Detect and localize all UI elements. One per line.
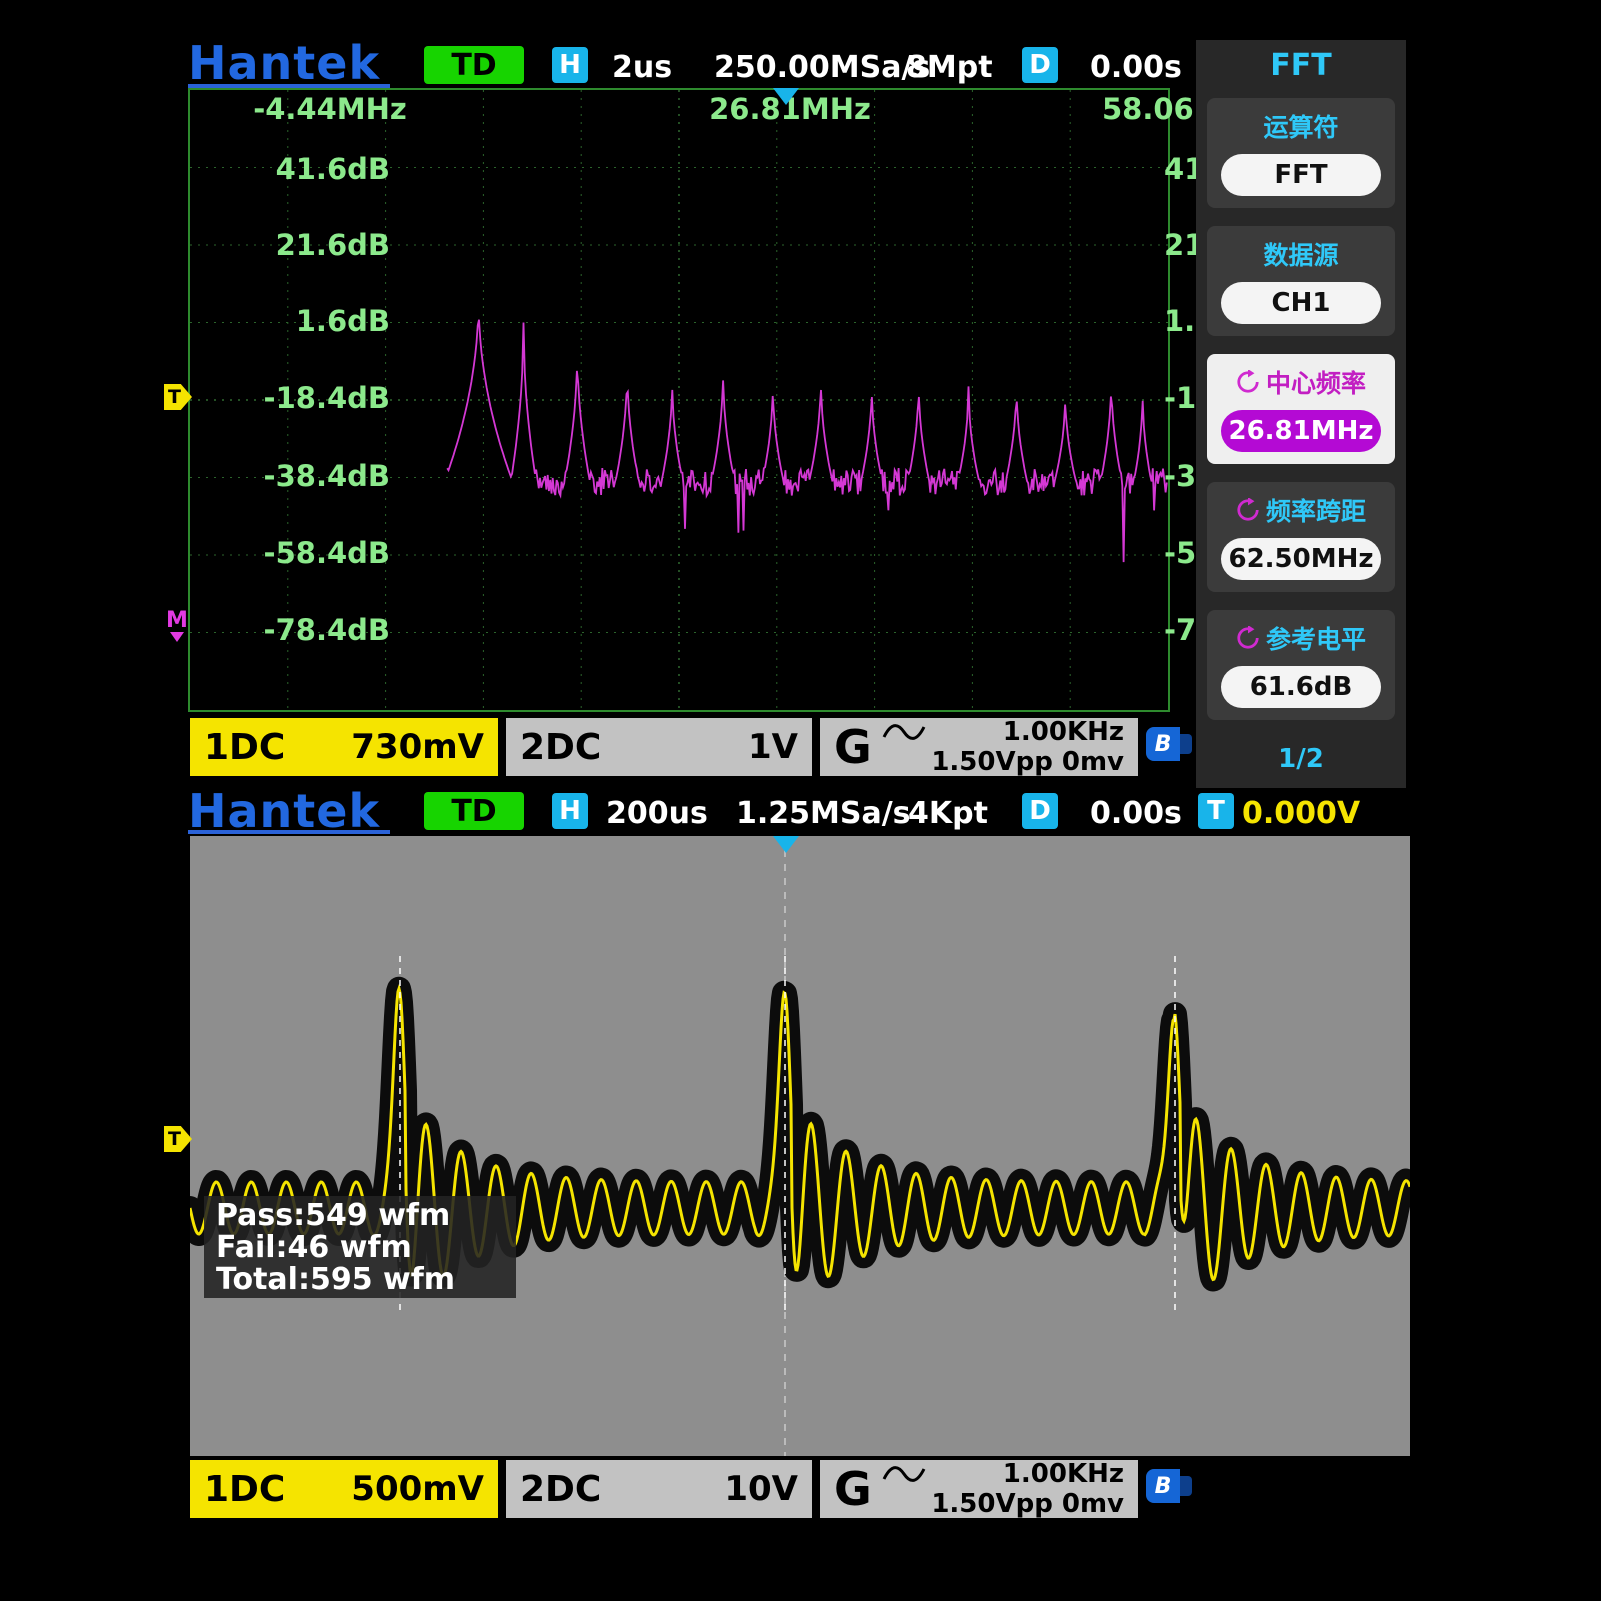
menu-item-operator[interactable]: 运算符 FFT xyxy=(1207,98,1395,208)
db-label: -78.4dB xyxy=(190,613,390,647)
timebase-value: 2us xyxy=(612,50,672,85)
menu-item-label: 数据源 xyxy=(1207,236,1395,272)
pass-count: Pass:549 wfm xyxy=(216,1200,504,1232)
ch1-label: 1DC xyxy=(204,1469,285,1510)
sample-rate-value: 250.00MSa/s xyxy=(714,50,930,85)
generator-status-badge[interactable]: G 1.00KHz 1.50Vpp 0mv xyxy=(820,718,1138,776)
operator-value-button[interactable]: FFT xyxy=(1221,154,1381,196)
fail-count: Fail:46 wfm xyxy=(216,1232,504,1264)
generator-frequency: 1.00KHz xyxy=(1003,1459,1124,1489)
fft-soft-menu: FFT 运算符 FFT 数据源 CH1 中心频率 26.81MHz xyxy=(1196,40,1406,788)
passfail-statistics-box: Pass:549 wfm Fail:46 wfm Total:595 wfm xyxy=(204,1196,516,1298)
ch1-status-badge[interactable]: 1DC 500mV xyxy=(190,1460,498,1518)
ch2-label: 2DC xyxy=(520,1469,601,1510)
acq-mode-badge: TD xyxy=(424,792,524,830)
trigger-position-marker-icon[interactable] xyxy=(773,836,799,853)
db-label: -58.4dB xyxy=(190,536,390,570)
menu-item-source[interactable]: 数据源 CH1 xyxy=(1207,226,1395,336)
usb-letter: B xyxy=(1155,732,1172,757)
ch2-status-badge[interactable]: 2DC 10V xyxy=(506,1460,812,1518)
delay-badge-icon: D xyxy=(1022,793,1058,829)
center-frequency-value-button[interactable]: 26.81MHz xyxy=(1221,410,1381,452)
db-label: 21.6dB xyxy=(190,228,390,262)
math-marker-label: M xyxy=(166,608,188,633)
span-value-button[interactable]: 62.50MHz xyxy=(1221,538,1381,580)
usb-device-icon: B xyxy=(1146,727,1192,761)
menu-item-center-frequency[interactable]: 中心频率 26.81MHz xyxy=(1207,354,1395,464)
ch1-scale: 500mV xyxy=(351,1469,484,1509)
menu-item-span[interactable]: 频率跨距 62.50MHz xyxy=(1207,482,1395,592)
generator-amplitude: 1.50Vpp 0mv xyxy=(882,747,1124,777)
total-count: Total:595 wfm xyxy=(216,1264,504,1296)
db-label: -18.4dB xyxy=(190,381,390,415)
sample-rate-value: 1.25MSa/s xyxy=(736,796,911,831)
passfail-graph-area xyxy=(190,836,1410,1456)
horizontal-badge-icon: H xyxy=(552,47,588,83)
waveform-plot xyxy=(190,836,1410,1456)
source-value-button[interactable]: CH1 xyxy=(1221,282,1381,324)
memory-depth-value: 8Mpt xyxy=(906,50,993,85)
generator-label: G xyxy=(834,1462,872,1516)
ch2-status-badge[interactable]: 2DC 1V xyxy=(506,718,812,776)
trigger-badge-icon: T xyxy=(1198,793,1234,829)
menu-title: FFT xyxy=(1196,48,1406,83)
freq-label-left: -4.44MHz xyxy=(230,92,430,126)
delay-value: 0.00s xyxy=(1090,50,1182,85)
ch2-scale: 1V xyxy=(748,727,798,767)
rotate-knob-icon xyxy=(1236,498,1260,522)
rotate-knob-icon xyxy=(1236,370,1260,394)
math-position-marker[interactable]: M xyxy=(166,612,188,642)
menu-item-label: 频率跨距 xyxy=(1266,492,1366,528)
dual-oscilloscope-screenshot: Hantek TD H 2us 250.00MSa/s 8Mpt D 0.00s… xyxy=(0,0,1601,1601)
memory-depth-value: 4Kpt xyxy=(908,796,988,831)
delay-value: 0.00s xyxy=(1090,796,1182,831)
generator-label: G xyxy=(834,720,872,774)
menu-page-indicator[interactable]: 1/2 xyxy=(1196,744,1406,774)
delay-badge-icon: D xyxy=(1022,47,1058,83)
ch2-label: 2DC xyxy=(520,727,601,768)
down-arrow-icon xyxy=(170,632,184,642)
usb-device-icon: B xyxy=(1146,1469,1192,1503)
rotate-knob-icon xyxy=(1236,626,1260,650)
db-label: -38.4dB xyxy=(190,459,390,493)
db-label: 41.6dB xyxy=(190,152,390,186)
sine-wave-icon xyxy=(882,1465,926,1483)
hantek-logo: Hantek xyxy=(188,36,380,90)
generator-frequency: 1.00KHz xyxy=(1003,717,1124,747)
reference-level-value-button[interactable]: 61.6dB xyxy=(1221,666,1381,708)
logo-underline xyxy=(188,830,390,834)
menu-item-label: 运算符 xyxy=(1207,108,1395,144)
trigger-position-marker-icon[interactable] xyxy=(773,88,799,105)
generator-status-badge[interactable]: G 1.00KHz 1.50Vpp 0mv xyxy=(820,1460,1138,1518)
sine-wave-icon xyxy=(882,723,926,741)
usb-letter: B xyxy=(1155,1474,1172,1499)
horizontal-badge-icon: H xyxy=(552,793,588,829)
ch1-scale: 730mV xyxy=(351,727,484,767)
trigger-level-value: 0.000V xyxy=(1242,796,1360,831)
timebase-value: 200us xyxy=(606,796,708,831)
ch1-status-badge[interactable]: 1DC 730mV xyxy=(190,718,498,776)
generator-amplitude: 1.50Vpp 0mv xyxy=(882,1489,1124,1519)
ch1-label: 1DC xyxy=(204,727,285,768)
ch2-scale: 10V xyxy=(724,1469,798,1509)
trigger-level-marker[interactable]: T xyxy=(164,1126,192,1152)
menu-item-label: 参考电平 xyxy=(1266,620,1366,656)
menu-item-label: 中心频率 xyxy=(1266,364,1366,400)
db-label: 1.6dB xyxy=(190,304,390,338)
menu-item-reference-level[interactable]: 参考电平 61.6dB xyxy=(1207,610,1395,720)
acq-mode-badge: TD xyxy=(424,46,524,84)
